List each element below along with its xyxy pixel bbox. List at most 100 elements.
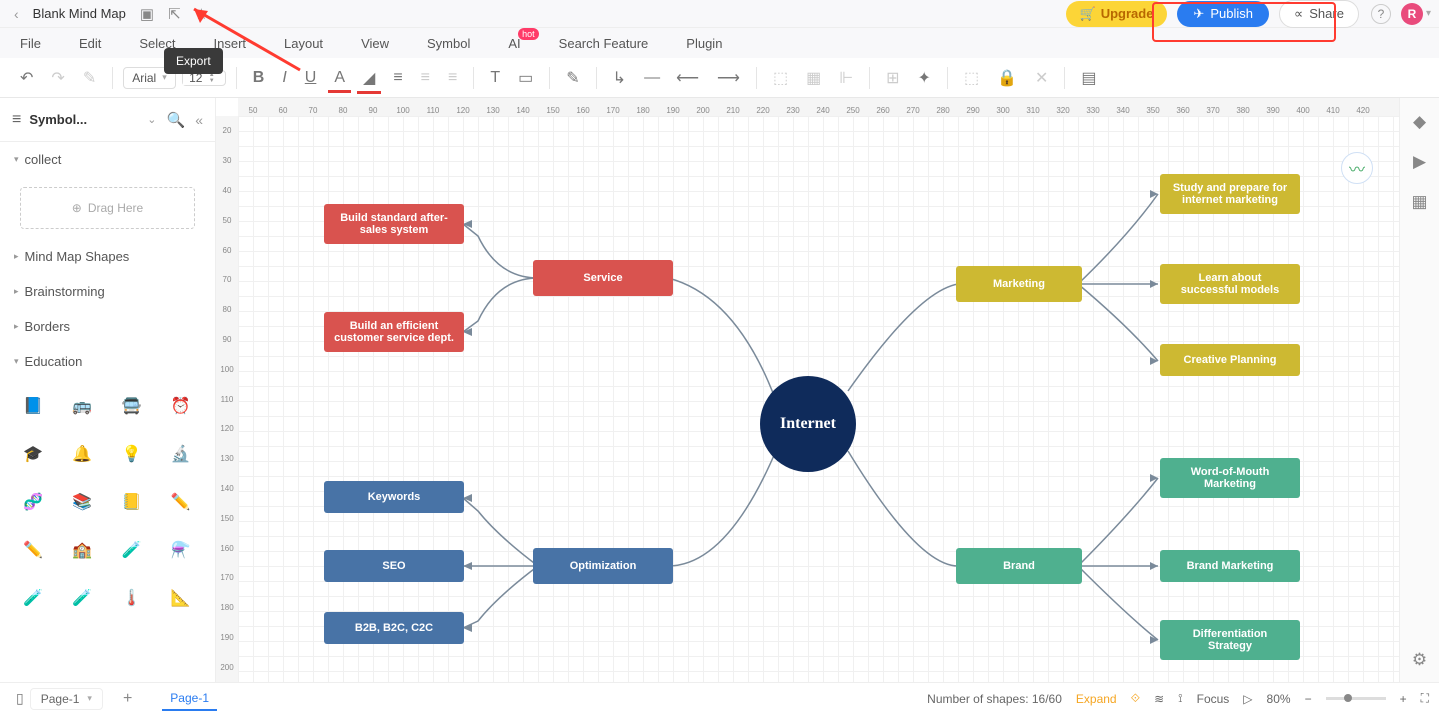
help-button[interactable]: ?	[1371, 4, 1391, 24]
menu-layout[interactable]: Layout	[284, 36, 323, 51]
line-style-button[interactable]: —	[638, 65, 664, 91]
focus-label[interactable]: Focus	[1197, 692, 1230, 706]
page-selector[interactable]: Page-1▾	[30, 688, 103, 710]
tube-icon[interactable]: 🧪	[14, 579, 52, 617]
tube2-icon[interactable]: 🧪	[63, 579, 101, 617]
connector-button[interactable]: ↳	[607, 64, 632, 92]
graduate-icon[interactable]: 🎓	[14, 435, 52, 473]
align-center-button[interactable]: ≡	[415, 65, 436, 91]
align-left-button[interactable]: ≡	[387, 65, 408, 91]
focus-target-icon[interactable]: ⟟	[1178, 691, 1182, 706]
lock-button[interactable]: 🔒	[991, 64, 1023, 92]
expand-link[interactable]: Expand	[1076, 692, 1117, 706]
menu-search-feature[interactable]: Search Feature	[559, 36, 649, 51]
crop-button[interactable]: ⬚	[958, 64, 985, 92]
sidebar-collapse-icon[interactable]: «	[195, 112, 203, 128]
ruler-icon[interactable]: 📐	[162, 579, 200, 617]
distribute-button[interactable]: ⊞	[880, 64, 905, 92]
node-center[interactable]: Internet	[760, 376, 856, 472]
school-icon[interactable]: 🏫	[63, 531, 101, 569]
menu-file[interactable]: File	[20, 36, 41, 51]
menu-ai[interactable]: AIhot	[508, 36, 520, 51]
node-service-leaf1[interactable]: Build standard after-sales system	[324, 204, 464, 244]
node-optimization[interactable]: Optimization	[533, 548, 673, 584]
add-page-button[interactable]: +	[123, 690, 132, 708]
align-objects-button[interactable]: ⊩	[833, 64, 859, 92]
page-tab[interactable]: Page-1	[162, 687, 217, 711]
node-service-leaf2[interactable]: Build an efficient customer service dept…	[324, 312, 464, 352]
thermometer-icon[interactable]: 🌡️	[113, 579, 151, 617]
node-marketing-leaf3[interactable]: Creative Planning	[1160, 344, 1300, 376]
italic-button[interactable]: I	[276, 65, 292, 91]
fill-icon[interactable]: ◆	[1413, 112, 1426, 132]
library-caret-icon[interactable]: ⌄	[147, 113, 156, 126]
avatar[interactable]: R	[1401, 3, 1423, 25]
node-brand-leaf3[interactable]: Differentiation Strategy	[1160, 620, 1300, 660]
settings-panel-icon[interactable]: ⚙	[1412, 650, 1427, 670]
effects-button[interactable]: ✦	[912, 64, 937, 92]
node-marketing-leaf1[interactable]: Study and prepare for internet marketing	[1160, 174, 1300, 214]
back-button[interactable]: ‹	[8, 6, 25, 22]
node-brand-leaf2[interactable]: Brand Marketing	[1160, 550, 1300, 582]
zoom-slider[interactable]	[1326, 697, 1386, 700]
canvas[interactable]: 〰 Internet	[238, 116, 1399, 682]
category-borders[interactable]: ▸Borders	[0, 309, 215, 344]
arrow-end-button[interactable]: ⟶	[711, 64, 746, 92]
node-brand-leaf1[interactable]: Word-of-Mouth Marketing	[1160, 458, 1300, 498]
fullscreen-icon[interactable]: ⛶	[1421, 691, 1429, 706]
avatar-caret-icon[interactable]: ▾	[1426, 8, 1431, 19]
highlight-button[interactable]: ◢	[357, 64, 381, 92]
pencils-icon[interactable]: ✏️	[162, 483, 200, 521]
menu-plugin[interactable]: Plugin	[686, 36, 722, 51]
node-opt-leaf1[interactable]: Keywords	[324, 481, 464, 513]
grid-icon[interactable]: ▦	[1411, 192, 1427, 212]
node-service[interactable]: Service	[533, 260, 673, 296]
bold-button[interactable]: B	[247, 65, 271, 91]
arrow-start-button[interactable]: ⟵	[670, 64, 705, 92]
node-brand[interactable]: Brand	[956, 548, 1082, 584]
node-marketing-leaf2[interactable]: Learn about successful models	[1160, 264, 1300, 304]
text-tool-button[interactable]: T	[484, 65, 506, 91]
beaker-icon[interactable]: ⚗️	[162, 531, 200, 569]
menu-view[interactable]: View	[361, 36, 389, 51]
bus-icon[interactable]: 🚌	[63, 387, 101, 425]
group-button[interactable]: ⬚	[767, 64, 794, 92]
image-button[interactable]: ▭	[512, 64, 539, 92]
export-icon[interactable]: ⇱	[168, 5, 181, 23]
node-marketing[interactable]: Marketing	[956, 266, 1082, 302]
ai-panel-icon[interactable]: ▶	[1413, 152, 1426, 172]
expand-icon[interactable]: ⟐	[1131, 691, 1140, 706]
menu-edit[interactable]: Edit	[79, 36, 101, 51]
font-color-button[interactable]: A	[328, 65, 351, 91]
zoom-out-button[interactable]: −	[1305, 692, 1312, 706]
star-icon[interactable]: ☆	[195, 5, 208, 23]
underline-button[interactable]: U	[299, 65, 323, 91]
microscope-icon[interactable]: 🔬	[162, 435, 200, 473]
undo-button[interactable]: ↶	[14, 64, 39, 92]
pen-button[interactable]: ✎	[560, 64, 585, 92]
alarm-icon[interactable]: ⏰	[162, 387, 200, 425]
node-opt-leaf3[interactable]: B2B, B2C, C2C	[324, 612, 464, 644]
books-icon[interactable]: 📚	[63, 483, 101, 521]
menu-symbol[interactable]: Symbol	[427, 36, 470, 51]
align-right-button[interactable]: ≡	[442, 65, 463, 91]
redo-button[interactable]: ↷	[45, 64, 70, 92]
category-brainstorming[interactable]: ▸Brainstorming	[0, 274, 215, 309]
category-education[interactable]: ▾Education	[0, 344, 215, 379]
publish-button[interactable]: ✈ Publish	[1177, 1, 1269, 27]
zoom-in-button[interactable]: +	[1400, 692, 1407, 706]
dna-icon[interactable]: 🧬	[14, 483, 52, 521]
binder-icon[interactable]: 📒	[113, 483, 151, 521]
share-button[interactable]: ∝ Share	[1279, 0, 1359, 28]
bell-icon[interactable]: 🔔	[63, 435, 101, 473]
search-icon[interactable]: 🔍	[167, 111, 186, 129]
ungroup-button[interactable]: ▦	[800, 64, 827, 92]
node-opt-leaf2[interactable]: SEO	[324, 550, 464, 582]
format-painter-button[interactable]: ✎	[77, 64, 102, 92]
table-button[interactable]: ▤	[1075, 64, 1102, 92]
tools-button[interactable]: ✕	[1029, 64, 1054, 92]
book-icon[interactable]: 📘	[14, 387, 52, 425]
schoolbus-icon[interactable]: 🚍	[113, 387, 151, 425]
drag-here-zone[interactable]: ⊕Drag Here	[20, 187, 195, 229]
flask-icon[interactable]: 🧪	[113, 531, 151, 569]
